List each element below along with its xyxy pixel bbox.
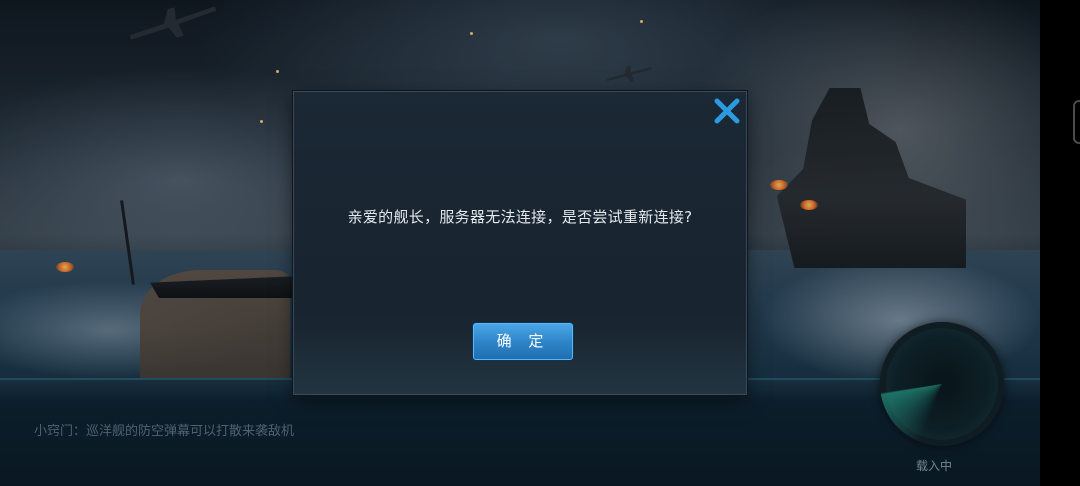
side-handle[interactable]	[1073, 100, 1080, 144]
device-side-strip	[1040, 0, 1080, 486]
connection-error-dialog: 亲爱的舰长，服务器无法连接，是否尝试重新连接? 确 定	[293, 91, 747, 395]
close-icon	[714, 98, 740, 124]
close-button[interactable]	[712, 96, 742, 126]
dialog-message: 亲爱的舰长，服务器无法连接，是否尝试重新连接?	[347, 208, 693, 226]
game-screen: 小窍门：巡洋舰的防空弹幕可以打散来袭敌机 载入中 亲爱的舰长，服务器无法连接，是…	[0, 0, 1080, 486]
confirm-button[interactable]: 确 定	[473, 323, 573, 360]
